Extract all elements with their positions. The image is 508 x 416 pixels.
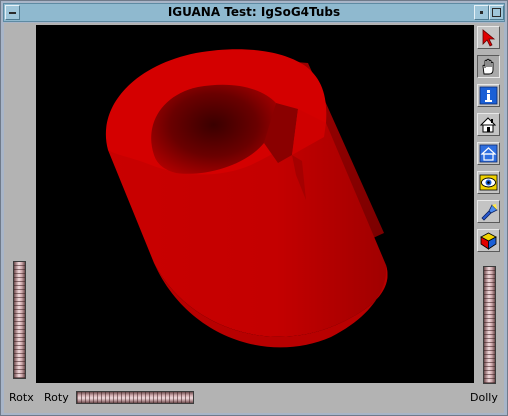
viewer-window: IGUANA Test: IgSoG4Tubs Rotx Roty Dolly xyxy=(0,0,508,416)
render-area[interactable] xyxy=(36,25,474,383)
view-mode-button[interactable] xyxy=(477,55,500,78)
rotx-label: Rotx xyxy=(9,391,34,404)
dolly-wheel[interactable] xyxy=(483,266,496,384)
projection-button[interactable] xyxy=(477,229,500,252)
minimize-button[interactable] xyxy=(474,5,489,20)
cube-icon xyxy=(480,232,497,250)
roty-wheel[interactable] xyxy=(76,391,194,404)
help-button[interactable] xyxy=(477,84,500,107)
maximize-button[interactable] xyxy=(489,5,504,20)
arrow-pointer-icon xyxy=(482,29,496,47)
examiner-viewer: Rotx Roty Dolly xyxy=(4,23,504,413)
set-home-icon xyxy=(479,144,498,163)
rotx-wheel[interactable] xyxy=(13,261,26,379)
info-icon xyxy=(479,86,498,105)
minimize-icon xyxy=(480,11,483,14)
view-all-button[interactable] xyxy=(477,171,500,194)
tube-segment-render xyxy=(105,49,388,348)
title-bar[interactable]: IGUANA Test: IgSoG4Tubs xyxy=(3,3,505,22)
flashlight-icon xyxy=(481,204,498,221)
window-title: IGUANA Test: IgSoG4Tubs xyxy=(167,5,341,19)
pick-mode-button[interactable] xyxy=(477,26,500,49)
maximize-icon xyxy=(492,8,501,17)
set-home-button[interactable] xyxy=(477,142,500,165)
dolly-label: Dolly xyxy=(470,391,498,404)
roty-label: Roty xyxy=(44,391,69,404)
hand-icon xyxy=(482,58,494,75)
eye-icon xyxy=(479,174,498,191)
seek-button[interactable] xyxy=(477,200,500,223)
home-icon xyxy=(479,117,497,133)
home-button[interactable] xyxy=(477,113,500,136)
